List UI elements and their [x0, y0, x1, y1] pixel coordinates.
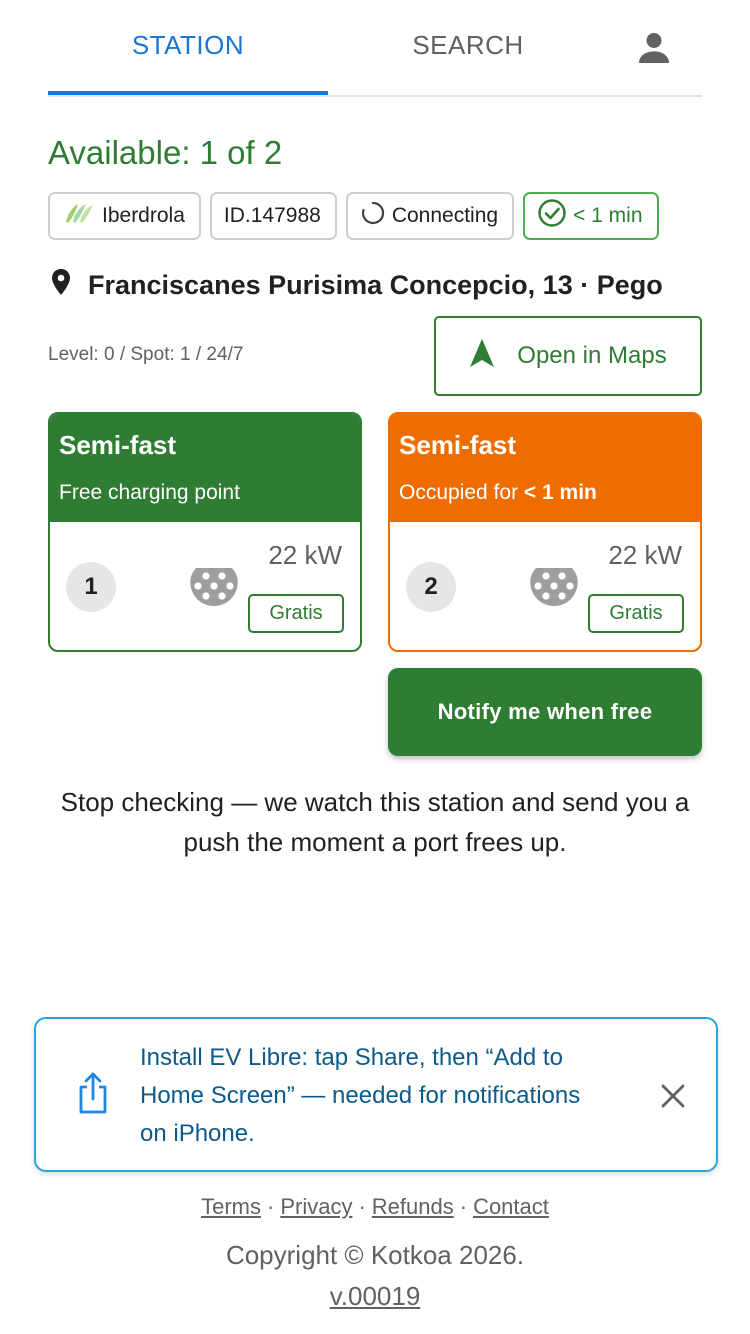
port-speed-title: Semi-fast: [59, 430, 177, 460]
profile-icon[interactable]: [634, 28, 674, 68]
type2-plug-icon: [188, 564, 240, 613]
station-id-chip: ID.147988: [209, 192, 337, 240]
footer-separator: ·: [459, 1194, 468, 1219]
occupied-duration: < 1 min: [523, 481, 597, 504]
address-text: Franciscanes Purisima Concepcio, 13 · Pe…: [88, 270, 663, 300]
port-price-badge: Gratis: [248, 594, 344, 633]
notify-when-free-button[interactable]: Notify me when free: [388, 668, 702, 756]
operator-chip: Iberdrola: [48, 192, 201, 240]
version-wrapper: v.00019: [0, 1281, 750, 1312]
footer-separator: ·: [267, 1194, 275, 1219]
occupied-prefix: Occupied for: [399, 481, 519, 504]
port-number-badge: 2: [406, 562, 456, 612]
operator-name: Iberdrola: [102, 204, 185, 227]
station-id: ID.147988: [223, 204, 321, 227]
footer-link-terms[interactable]: Terms: [201, 1194, 261, 1219]
port-power: 22 kW: [268, 540, 342, 570]
notify-description: Stop checking — we watch this station an…: [60, 787, 690, 857]
connection-status-chip: Connecting: [345, 192, 515, 240]
port-speed-title: Semi-fast: [399, 430, 517, 460]
share-icon: [74, 1071, 112, 1120]
station-address: Franciscanes Purisima Concepcio, 13 · Pe…: [48, 268, 663, 303]
type2-plug-icon: [528, 564, 580, 613]
install-banner: Install EV Libre: tap Share, then “Add t…: [34, 1017, 718, 1172]
availability-heading: Available: 1 of 2: [48, 134, 283, 171]
port-status-text: Occupied for < 1 min: [399, 481, 700, 505]
port-card-body: 2 22 kW Gratis: [390, 522, 700, 650]
active-tab-indicator: [48, 91, 328, 95]
version-link[interactable]: v.00019: [330, 1281, 421, 1311]
navigation-arrow-icon: [469, 338, 495, 375]
open-in-maps-label: Open in Maps: [517, 342, 667, 369]
freshness-chip: < 1 min: [523, 192, 659, 240]
port-price-badge: Gratis: [588, 594, 684, 633]
port-power: 22 kW: [608, 540, 682, 570]
connection-status: Connecting: [391, 204, 499, 227]
port-card-2[interactable]: Semi-fast Occupied for < 1 min 2 22 kW G…: [388, 412, 702, 652]
footer-separator: ·: [358, 1194, 366, 1219]
check-circle-icon: [537, 198, 567, 234]
tab-station[interactable]: STATION: [48, 30, 328, 61]
port-card-header: Semi-fast Occupied for < 1 min: [390, 414, 700, 522]
install-instructions: Install EV Libre: tap Share, then “Add t…: [140, 1044, 581, 1147]
open-in-maps-button[interactable]: Open in Maps: [434, 316, 702, 396]
location-pin-icon: [48, 268, 74, 303]
footer-links: Terms · Privacy · Refunds · Contact: [0, 1194, 750, 1220]
footer-link-refunds[interactable]: Refunds: [372, 1194, 454, 1219]
operator-logo-icon: [62, 200, 96, 232]
tab-search[interactable]: SEARCH: [328, 30, 608, 61]
copyright-text: Copyright © Kotkoa 2026.: [225, 1240, 525, 1270]
tab-bar: STATION SEARCH: [48, 0, 702, 97]
port-number-badge: 1: [66, 562, 116, 612]
footer-link-contact[interactable]: Contact: [473, 1194, 549, 1219]
station-chips: Iberdrola ID.147988 Connecting < 1 min: [48, 192, 659, 240]
loading-spinner-icon: [360, 200, 386, 232]
port-card-body: 1 22 kW Gratis: [50, 522, 360, 650]
port-card-header: Semi-fast Free charging point: [50, 414, 360, 522]
port-card-1[interactable]: Semi-fast Free charging point 1 22 kW Gr…: [48, 412, 362, 652]
freshness-value: < 1 min: [573, 204, 643, 227]
footer-link-privacy[interactable]: Privacy: [280, 1194, 352, 1219]
port-status-text: Free charging point: [59, 481, 240, 504]
level-spot-hours: Level: 0 / Spot: 1 / 24/7: [48, 344, 244, 365]
close-icon[interactable]: [658, 1081, 688, 1116]
